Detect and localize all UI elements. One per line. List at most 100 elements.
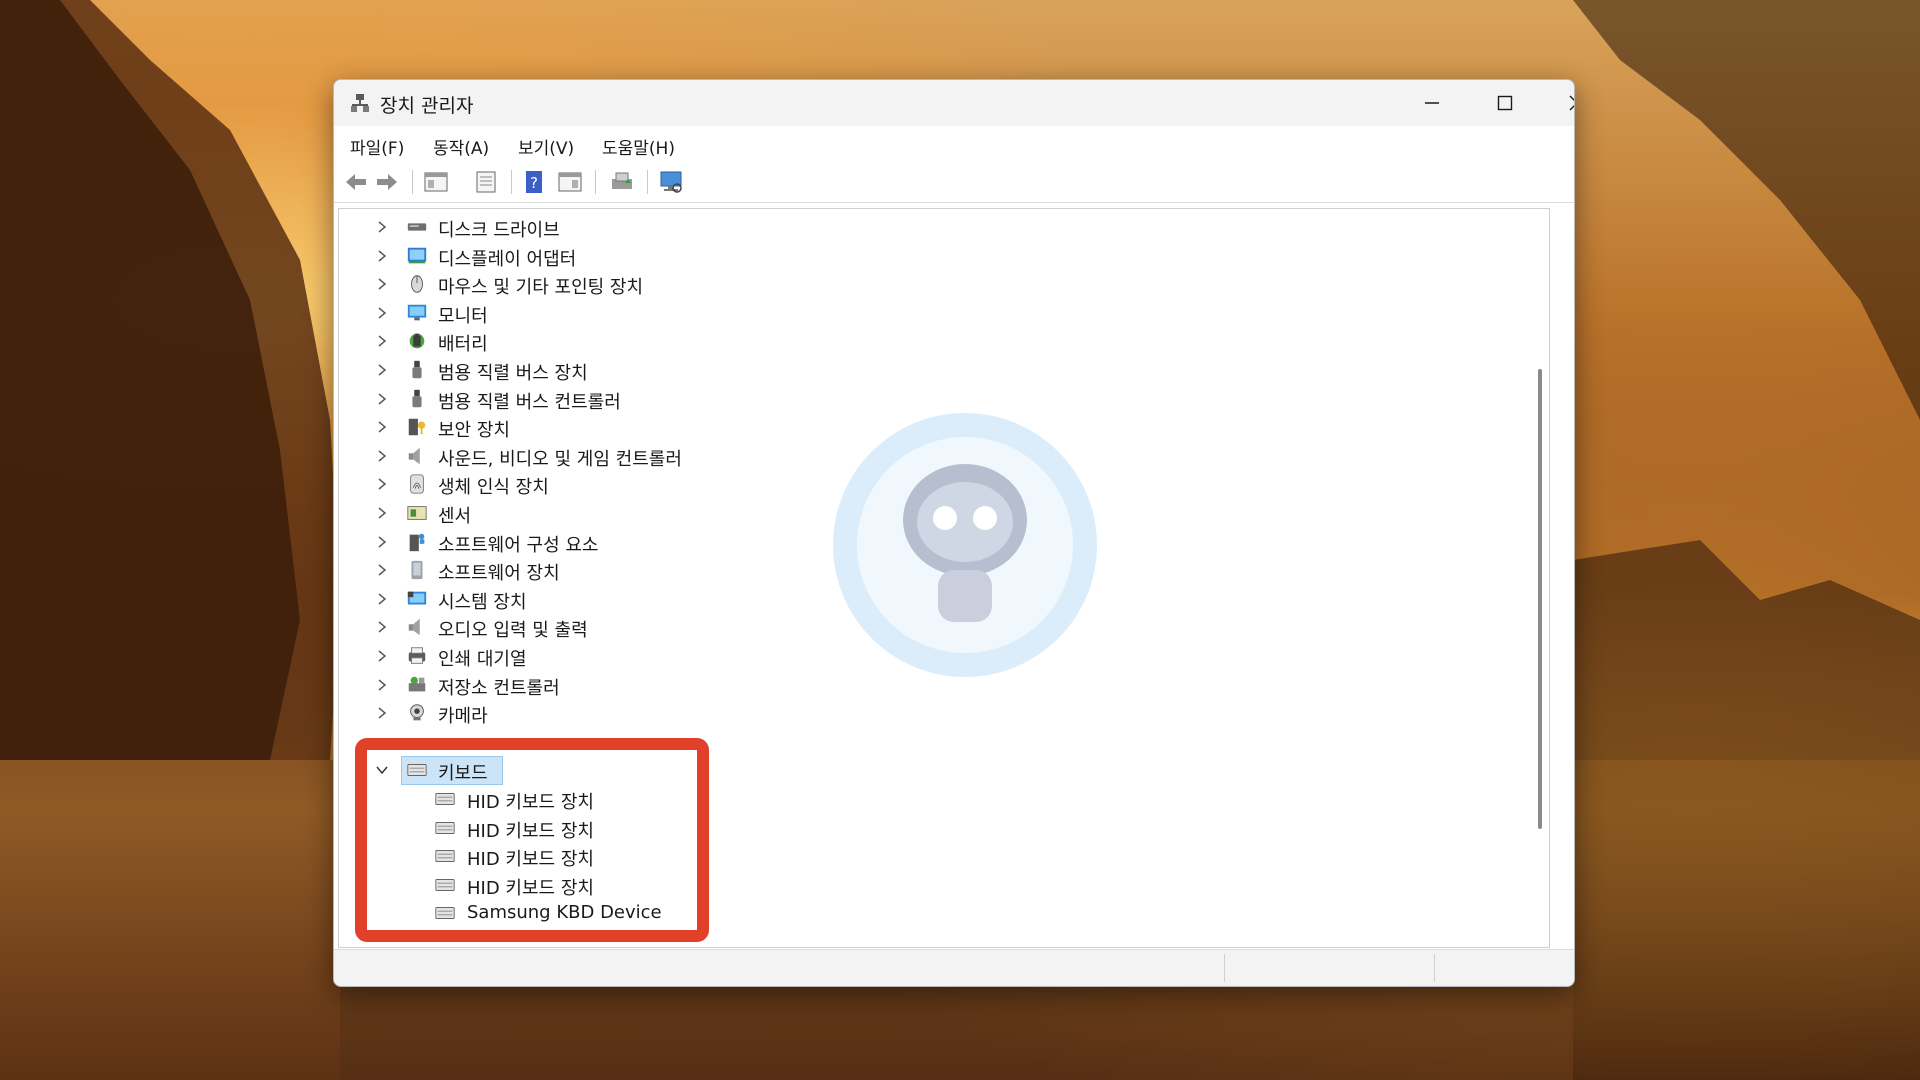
- tree-node[interactable]: 모니터: [339, 299, 939, 327]
- minimize-icon: [1425, 102, 1439, 104]
- chevron-right-icon[interactable]: [375, 617, 389, 637]
- show-hide-tree-icon: [424, 172, 448, 192]
- tree-node[interactable]: 마우스 및 기타 포인팅 장치: [339, 270, 939, 298]
- tree-node-label: 디스크 드라이브: [438, 220, 560, 241]
- properties-button[interactable]: [472, 168, 500, 196]
- tree-node[interactable]: 범용 직렬 버스 장치: [339, 356, 939, 384]
- title-bar[interactable]: 장치 관리자: [334, 80, 1574, 126]
- sound-icon: [408, 447, 420, 465]
- chevron-right-icon[interactable]: [375, 446, 389, 466]
- maximize-icon: [1497, 95, 1513, 111]
- tree-node-label: 보안 장치: [438, 420, 510, 442]
- disk-drive-icon: [407, 223, 427, 231]
- back-button[interactable]: [342, 168, 370, 196]
- sensor-icon: [407, 506, 427, 520]
- tree-node-label: 마우스 및 기타 포인팅 장치: [438, 277, 644, 299]
- robot-watermark-icon: [833, 413, 1097, 677]
- battery-icon: [409, 334, 425, 349]
- chevron-right-icon[interactable]: [375, 589, 389, 609]
- action-pane-icon: [558, 172, 582, 192]
- minimize-button[interactable]: [1397, 80, 1467, 126]
- software-device-icon: [411, 561, 423, 580]
- update-driver-button[interactable]: [608, 168, 636, 196]
- chevron-right-icon[interactable]: [375, 675, 389, 695]
- audio-io-icon: [408, 619, 420, 636]
- mouse-icon: [411, 275, 423, 293]
- chevron-right-icon[interactable]: [375, 303, 389, 323]
- close-icon: [1569, 95, 1574, 111]
- forward-arrow-icon: [377, 174, 397, 190]
- toolbar-separator: [647, 170, 648, 194]
- monitor-icon: [407, 304, 427, 321]
- update-driver-icon: [612, 172, 632, 189]
- chevron-right-icon[interactable]: [375, 217, 389, 237]
- tree-node-label: 저장소 컨트롤러: [438, 677, 560, 699]
- status-separator: [1224, 954, 1225, 982]
- scan-hardware-button[interactable]: [657, 168, 685, 196]
- chevron-right-icon[interactable]: [375, 646, 389, 666]
- tree-node-label: 배터리: [438, 334, 488, 356]
- tree-node-label: 카메라: [438, 706, 488, 728]
- chevron-right-icon[interactable]: [375, 389, 389, 409]
- scrollbar-thumb[interactable]: [1538, 369, 1542, 829]
- tree-node-label: 범용 직렬 버스 장치: [438, 363, 588, 384]
- status-separator: [1434, 954, 1435, 982]
- chevron-right-icon[interactable]: [375, 474, 389, 494]
- display-adapter-icon: [407, 247, 427, 263]
- vertical-scrollbar[interactable]: [1533, 219, 1547, 937]
- properties-icon: [476, 171, 496, 193]
- svg-text:?: ?: [530, 174, 538, 192]
- scan-hardware-icon: [660, 171, 682, 193]
- toolbar-separator: [511, 170, 512, 194]
- forward-button[interactable]: [373, 168, 401, 196]
- chevron-right-icon[interactable]: [375, 246, 389, 266]
- tree-node-label: 생체 인식 장치: [438, 477, 549, 499]
- close-button[interactable]: [1542, 80, 1574, 126]
- menu-bar: 파일(F) 동작(A) 보기(V) 도움말(H): [334, 126, 1574, 162]
- software-component-icon: [409, 533, 425, 551]
- chevron-right-icon[interactable]: [375, 331, 389, 351]
- device-manager-icon: [351, 94, 369, 112]
- chevron-right-icon[interactable]: [375, 274, 389, 294]
- tree-node-label: 인쇄 대기열: [438, 649, 527, 670]
- status-bar: [334, 949, 1574, 986]
- tree-node[interactable]: 배터리: [339, 327, 939, 355]
- maximize-button[interactable]: [1470, 80, 1540, 126]
- chevron-right-icon[interactable]: [375, 503, 389, 523]
- show-hide-tree-button[interactable]: [422, 168, 450, 196]
- menu-help[interactable]: 도움말(H): [602, 134, 675, 159]
- menu-view[interactable]: 보기(V): [518, 134, 574, 159]
- tree-node-label: 시스템 장치: [438, 591, 527, 613]
- tree-node[interactable]: 카메라: [339, 699, 939, 727]
- help-icon: ?: [526, 171, 542, 193]
- chevron-right-icon[interactable]: [375, 532, 389, 552]
- help-button[interactable]: ?: [520, 168, 548, 196]
- toolbar: ?: [334, 162, 1574, 203]
- tree-node-label: 오디오 입력 및 출력: [438, 620, 588, 642]
- toolbar-separator: [412, 170, 413, 194]
- usb-device-icon: [412, 360, 422, 379]
- menu-file[interactable]: 파일(F): [350, 134, 404, 159]
- tree-node-label: 사운드, 비디오 및 게임 컨트롤러: [438, 448, 682, 470]
- storage-controller-icon: [408, 676, 426, 692]
- tree-node[interactable]: 범용 직렬 버스 컨트롤러: [339, 385, 939, 413]
- menu-action[interactable]: 동작(A): [433, 134, 489, 159]
- tree-node[interactable]: 디스플레이 어댑터: [339, 242, 939, 270]
- security-device-icon: [408, 418, 426, 436]
- chevron-right-icon[interactable]: [375, 417, 389, 437]
- chevron-right-icon[interactable]: [375, 360, 389, 380]
- tree-node-label: 범용 직렬 버스 컨트롤러: [438, 391, 621, 413]
- keyboard-highlight-box: [355, 738, 709, 942]
- tree-node-label: 모니터: [438, 305, 488, 327]
- chevron-right-icon[interactable]: [375, 703, 389, 723]
- toolbar-separator: [595, 170, 596, 194]
- tree-node-label: 센서: [438, 506, 472, 527]
- chevron-right-icon[interactable]: [375, 560, 389, 580]
- tree-node-label: 소프트웨어 구성 요소: [438, 534, 599, 556]
- tree-node[interactable]: 디스크 드라이브: [339, 213, 939, 241]
- action-pane-button[interactable]: [556, 168, 584, 196]
- window-title: 장치 관리자: [380, 95, 474, 117]
- biometric-icon: [410, 474, 424, 495]
- tree-node-label: 소프트웨어 장치: [438, 563, 560, 585]
- print-queue-icon: [408, 647, 426, 664]
